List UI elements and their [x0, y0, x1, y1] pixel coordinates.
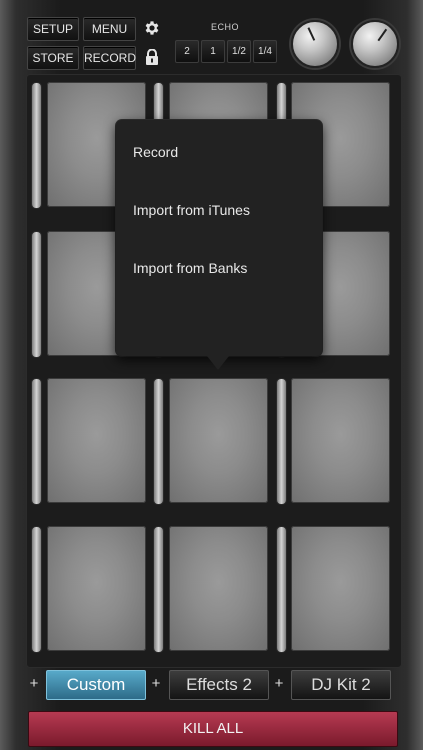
- popover-item-record[interactable]: Record: [133, 144, 178, 160]
- menu-button[interactable]: MENU: [83, 17, 136, 41]
- sample-pad[interactable]: [169, 526, 268, 651]
- pad-volume-fader[interactable]: [276, 378, 287, 505]
- sample-pad[interactable]: [291, 378, 390, 503]
- pad-volume-fader[interactable]: [31, 526, 42, 653]
- bank-tab-dj-kit-2[interactable]: DJ Kit 2: [291, 670, 391, 700]
- record-button[interactable]: RECORD: [83, 46, 136, 70]
- pad-volume-fader[interactable]: [276, 526, 287, 653]
- gear-icon: [145, 21, 159, 35]
- echo-option-half[interactable]: 1/2: [227, 40, 251, 63]
- sample-pad[interactable]: [291, 526, 390, 651]
- echo-option-2[interactable]: 2: [175, 40, 199, 63]
- popover-item-import-itunes[interactable]: Import from iTunes: [133, 202, 250, 218]
- echo-label: ECHO: [210, 22, 239, 32]
- sample-pad[interactable]: [47, 526, 146, 651]
- setup-button[interactable]: SETUP: [27, 17, 79, 41]
- store-button[interactable]: STORE: [27, 46, 79, 70]
- right-knob[interactable]: [351, 20, 399, 68]
- pad-options-popover: Record Import from iTunes Import from Ba…: [116, 120, 322, 356]
- kill-all-button[interactable]: KILL ALL: [28, 711, 398, 747]
- pad-volume-fader[interactable]: [31, 82, 42, 209]
- lock-button[interactable]: [139, 46, 165, 68]
- settings-button[interactable]: [139, 17, 165, 39]
- bank-tab-custom[interactable]: Custom: [46, 670, 146, 700]
- add-bank-button[interactable]: +: [272, 675, 286, 692]
- sample-pad[interactable]: [169, 378, 268, 503]
- pad-volume-fader[interactable]: [31, 231, 42, 358]
- echo-option-quarter[interactable]: 1/4: [253, 40, 277, 63]
- bank-tab-effects-2[interactable]: Effects 2: [169, 670, 269, 700]
- pad-volume-fader[interactable]: [153, 378, 164, 505]
- add-bank-button[interactable]: +: [27, 675, 41, 692]
- popover-item-import-banks[interactable]: Import from Banks: [133, 260, 247, 276]
- echo-option-1[interactable]: 1: [201, 40, 225, 63]
- sample-pad[interactable]: [47, 378, 146, 503]
- left-knob[interactable]: [291, 20, 339, 68]
- pad-volume-fader[interactable]: [153, 526, 164, 653]
- pad-volume-fader[interactable]: [31, 378, 42, 505]
- lock-icon: [146, 48, 158, 65]
- add-bank-button[interactable]: +: [149, 675, 163, 692]
- popover-arrow: [207, 356, 229, 370]
